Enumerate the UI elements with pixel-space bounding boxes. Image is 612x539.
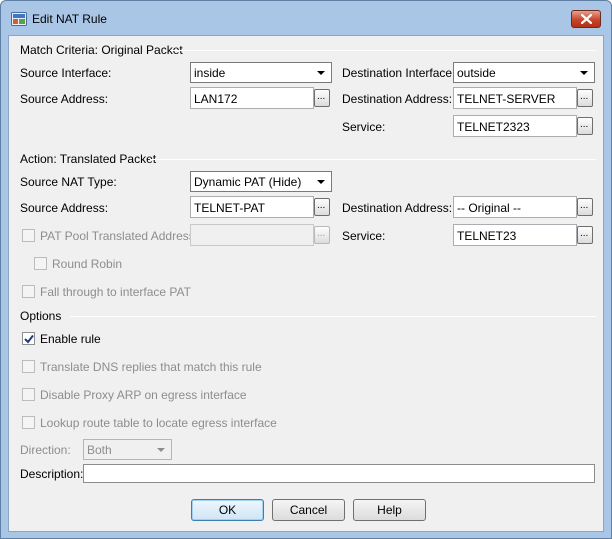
ellipsis-icon: ... bbox=[317, 228, 326, 239]
lookup-route-checkbox[interactable] bbox=[22, 416, 35, 429]
translated-service-label: Service: bbox=[342, 229, 386, 243]
translated-service-browse-button[interactable]: ... bbox=[577, 226, 593, 244]
ellipsis-icon: ... bbox=[317, 91, 326, 102]
source-nat-type-label: Source NAT Type: bbox=[20, 175, 117, 189]
disable-proxy-arp-label: Disable Proxy ARP on egress interface bbox=[40, 388, 247, 402]
ok-button[interactable]: OK bbox=[191, 499, 264, 521]
pat-pool-field[interactable] bbox=[190, 224, 314, 246]
checkmark-icon bbox=[24, 334, 34, 344]
translated-destination-address-field[interactable]: -- Original -- bbox=[453, 196, 577, 218]
service-browse-button[interactable]: ... bbox=[577, 117, 593, 135]
options-divider bbox=[70, 316, 596, 317]
source-interface-value: inside bbox=[194, 66, 226, 80]
match-criteria-divider bbox=[170, 50, 596, 51]
destination-address-label: Destination Address: bbox=[342, 92, 453, 106]
chevron-down-icon bbox=[580, 71, 588, 75]
source-address-value: LAN172 bbox=[194, 92, 238, 106]
help-button[interactable]: Help bbox=[353, 499, 426, 521]
pat-pool-browse-button[interactable]: ... bbox=[314, 226, 330, 244]
ellipsis-icon: ... bbox=[317, 200, 326, 211]
destination-address-field[interactable]: TELNET-SERVER bbox=[453, 87, 577, 109]
lookup-route-label: Lookup route table to locate egress inte… bbox=[40, 416, 277, 430]
direction-value: Both bbox=[87, 443, 112, 457]
translated-destination-address-value: -- Original -- bbox=[457, 201, 522, 215]
chevron-down-icon bbox=[157, 448, 165, 452]
round-robin-label: Round Robin bbox=[52, 257, 123, 271]
action-divider bbox=[150, 159, 596, 160]
source-nat-type-value: Dynamic PAT (Hide) bbox=[194, 175, 302, 189]
source-address-field[interactable]: LAN172 bbox=[190, 87, 314, 109]
destination-interface-select[interactable]: outside bbox=[453, 62, 595, 83]
destination-address-browse-button[interactable]: ... bbox=[577, 89, 593, 107]
direction-label: Direction: bbox=[20, 443, 71, 457]
action-heading: Action: Translated Packet bbox=[20, 152, 157, 166]
translate-dns-checkbox[interactable] bbox=[22, 360, 35, 373]
edit-nat-rule-window: Edit NAT Rule Match Criteria: Original P… bbox=[0, 0, 612, 539]
description-label: Description: bbox=[20, 467, 84, 481]
close-button[interactable] bbox=[571, 10, 601, 28]
translated-source-address-label: Source Address: bbox=[20, 201, 109, 215]
destination-interface-value: outside bbox=[457, 66, 496, 80]
service-field[interactable]: TELNET2323 bbox=[453, 115, 577, 137]
service-label: Service: bbox=[342, 120, 386, 134]
fall-through-checkbox[interactable] bbox=[22, 285, 35, 298]
ellipsis-icon: ... bbox=[580, 91, 589, 102]
app-icon bbox=[11, 12, 27, 26]
direction-select[interactable]: Both bbox=[83, 439, 172, 460]
translated-source-address-browse-button[interactable]: ... bbox=[314, 198, 330, 216]
source-interface-label: Source Interface: bbox=[20, 66, 112, 80]
source-nat-type-select[interactable]: Dynamic PAT (Hide) bbox=[190, 171, 332, 192]
chevron-down-icon bbox=[317, 180, 325, 184]
translated-service-value: TELNET23 bbox=[457, 229, 517, 243]
pat-pool-checkbox[interactable] bbox=[22, 229, 35, 242]
match-criteria-heading: Match Criteria: Original Packet bbox=[20, 43, 183, 57]
chevron-down-icon bbox=[317, 71, 325, 75]
title-bar[interactable]: Edit NAT Rule bbox=[1, 1, 611, 36]
fall-through-label: Fall through to interface PAT bbox=[40, 285, 191, 299]
ellipsis-icon: ... bbox=[580, 228, 589, 239]
service-value: TELNET2323 bbox=[457, 120, 530, 134]
dialog-client: Match Criteria: Original Packet Source I… bbox=[8, 35, 604, 532]
translated-source-address-field[interactable]: TELNET-PAT bbox=[190, 196, 314, 218]
options-heading: Options bbox=[20, 309, 62, 323]
source-interface-select[interactable]: inside bbox=[190, 62, 332, 83]
close-icon bbox=[581, 14, 592, 24]
ellipsis-icon: ... bbox=[580, 200, 589, 211]
disable-proxy-arp-checkbox[interactable] bbox=[22, 388, 35, 401]
destination-interface-label: Destination Interface: bbox=[342, 66, 456, 80]
pat-pool-label: PAT Pool Translated Address: bbox=[40, 229, 199, 243]
source-address-label: Source Address: bbox=[20, 92, 109, 106]
round-robin-checkbox[interactable] bbox=[34, 257, 47, 270]
cancel-button[interactable]: Cancel bbox=[272, 499, 345, 521]
translate-dns-label: Translate DNS replies that match this ru… bbox=[40, 360, 262, 374]
translated-destination-address-browse-button[interactable]: ... bbox=[577, 198, 593, 216]
window-title: Edit NAT Rule bbox=[32, 12, 107, 26]
translated-service-field[interactable]: TELNET23 bbox=[453, 224, 577, 246]
ellipsis-icon: ... bbox=[580, 119, 589, 130]
enable-rule-label: Enable rule bbox=[40, 332, 101, 346]
translated-source-address-value: TELNET-PAT bbox=[194, 201, 265, 215]
destination-address-value: TELNET-SERVER bbox=[457, 92, 556, 106]
translated-destination-address-label: Destination Address: bbox=[342, 201, 453, 215]
source-address-browse-button[interactable]: ... bbox=[314, 89, 330, 107]
enable-rule-checkbox[interactable] bbox=[22, 332, 35, 345]
description-input[interactable] bbox=[83, 464, 595, 483]
